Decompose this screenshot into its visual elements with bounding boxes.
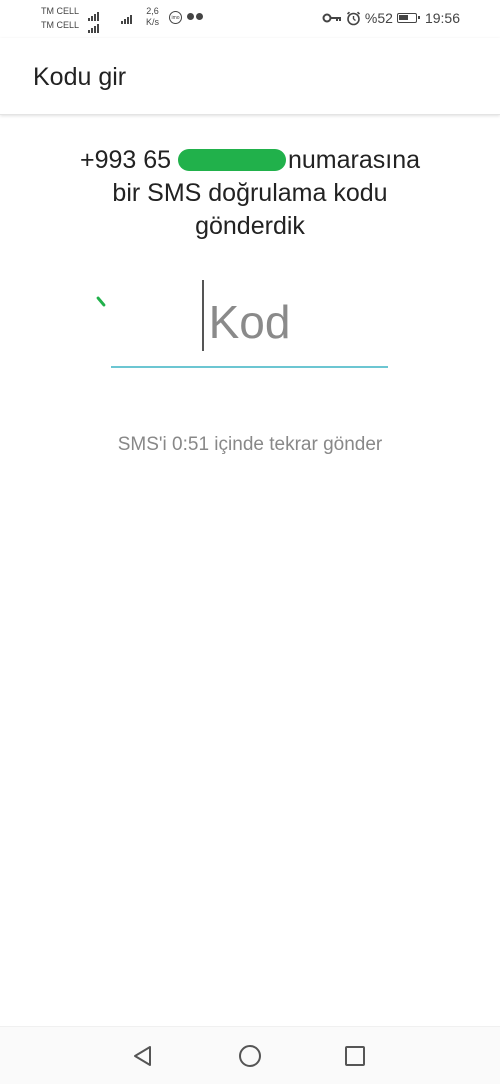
signal-2-icon — [88, 23, 99, 33]
redacted-number — [178, 149, 286, 171]
message-line-2: bir SMS doğrulama kodu — [112, 179, 388, 207]
code-input[interactable] — [111, 278, 388, 368]
app-bar: Kodu gir — [0, 38, 500, 115]
imo-icon: imo — [169, 11, 182, 24]
green-mark — [95, 295, 107, 308]
recent-square-icon — [345, 1046, 365, 1066]
alarm-icon — [346, 11, 360, 25]
carrier-label-1: TM CELL — [41, 6, 80, 16]
signal-1-icon — [88, 11, 99, 21]
text-cursor — [202, 280, 204, 351]
message-line-3: gönderdik — [195, 212, 305, 240]
signal-3-icon — [121, 14, 132, 24]
clock: 19:56 — [424, 10, 460, 26]
verification-message: +993 65 numarasına bir SMS doğrulama kod… — [30, 144, 470, 243]
status-bar: TM CELL TM CELL 2,6 K/s imo %52 19:56 — [0, 0, 500, 38]
status-right: %52 19:56 — [322, 10, 460, 26]
phone-prefix: +993 65 — [79, 146, 172, 174]
navigation-bar — [0, 1026, 500, 1084]
message-line-1-suffix: numarasına — [288, 146, 421, 174]
battery-icon — [396, 13, 420, 23]
message-line-1: +993 65 numarasına — [30, 144, 470, 177]
back-triangle-icon — [134, 1046, 151, 1066]
nav-recent-button[interactable] — [343, 1044, 367, 1068]
notification-dots-icon — [187, 13, 203, 20]
resend-sms-text[interactable]: SMS'i 0:51 içinde tekrar gönder — [0, 434, 500, 456]
network-speed: 2,6 K/s — [146, 6, 160, 27]
nav-home-button[interactable] — [238, 1044, 262, 1068]
carrier-label-2: TM CELL — [41, 20, 80, 30]
home-circle-icon — [239, 1045, 261, 1067]
page-title: Kodu gir — [33, 63, 127, 91]
battery-percent: %52 — [364, 10, 393, 26]
nav-back-button[interactable] — [131, 1044, 155, 1068]
key-icon — [322, 13, 341, 23]
